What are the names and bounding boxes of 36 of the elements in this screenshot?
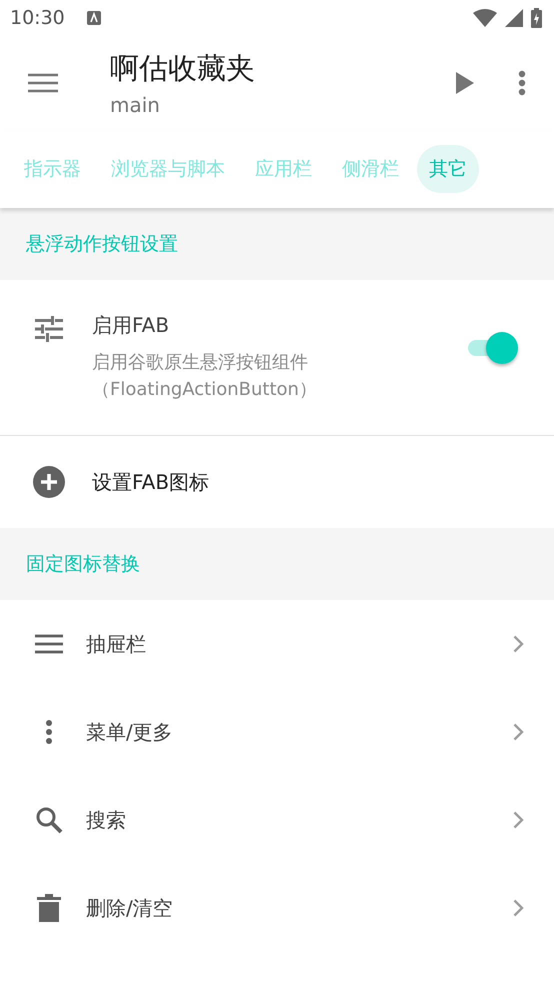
item-title: 搜索 bbox=[86, 806, 127, 834]
play-icon[interactable] bbox=[456, 72, 474, 94]
app-title: 啊估收藏夹 bbox=[110, 50, 256, 87]
settings-item[interactable]: 菜单/更多 bbox=[0, 688, 554, 776]
item-title: 启用FAB bbox=[92, 312, 170, 339]
section-header: 固定图标替换 bbox=[26, 552, 140, 577]
signal-icon bbox=[505, 9, 523, 27]
item-title: 菜单/更多 bbox=[86, 718, 174, 746]
wifi-icon bbox=[473, 9, 497, 27]
keyboard-icon bbox=[86, 11, 101, 25]
settings-item[interactable]: 删除/清空 bbox=[0, 864, 554, 952]
chevron-icon bbox=[513, 899, 524, 917]
add-icon bbox=[33, 466, 65, 498]
settings-item[interactable]: 设置FAB图标 bbox=[0, 436, 554, 528]
more-icon[interactable] bbox=[518, 70, 526, 96]
status-time: 10:30 bbox=[10, 7, 65, 29]
chevron-icon bbox=[513, 723, 524, 741]
item-title: 删除/清空 bbox=[86, 894, 174, 922]
chevron-icon bbox=[513, 635, 524, 653]
settings-item[interactable]: 搜索 bbox=[0, 776, 554, 864]
app-subtitle: main bbox=[110, 93, 161, 117]
battery-icon bbox=[531, 8, 542, 28]
sliders-icon bbox=[35, 316, 63, 342]
settings-item[interactable]: 抽屉栏 bbox=[0, 600, 554, 688]
settings-item[interactable]: 启用FAB 启用谷歌原生悬浮按钮组件（FloatingActionButton） bbox=[0, 280, 554, 435]
item-title: 设置FAB图标 bbox=[92, 468, 210, 496]
search-icon bbox=[35, 806, 63, 834]
section-header: 悬浮动作按钮设置 bbox=[26, 232, 178, 257]
item-title: 抽屉栏 bbox=[86, 630, 147, 658]
more-icon bbox=[45, 719, 53, 745]
toggle-switch[interactable] bbox=[468, 332, 518, 364]
item-summary: 启用谷歌原生悬浮按钮组件（FloatingActionButton） bbox=[92, 351, 318, 402]
chevron-icon bbox=[513, 811, 524, 829]
menu-icon bbox=[35, 634, 63, 654]
trash-icon bbox=[37, 894, 61, 922]
menu-icon[interactable] bbox=[28, 73, 58, 93]
